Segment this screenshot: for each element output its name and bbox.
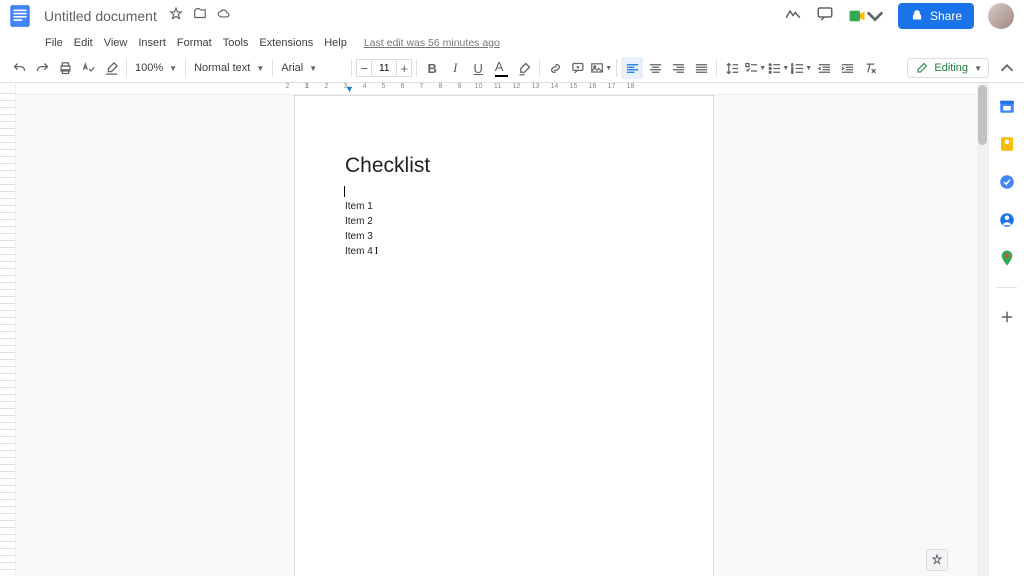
mode-label: Editing xyxy=(934,62,968,74)
font-size-increase[interactable]: + xyxy=(396,59,412,77)
list-item[interactable]: Item 1 xyxy=(345,199,663,214)
contacts-icon[interactable] xyxy=(998,211,1016,229)
text-cursor-line[interactable] xyxy=(345,184,663,199)
line-spacing-button[interactable] xyxy=(721,57,743,79)
docs-app-icon[interactable] xyxy=(6,2,34,30)
toolbar: 100%▼ Normal text▼ Arial▼ − 11 + B I U A… xyxy=(0,54,1024,82)
list-item[interactable]: Item 3 xyxy=(345,229,663,244)
highlight-button[interactable] xyxy=(513,57,535,79)
print-button[interactable] xyxy=(54,57,76,79)
document-page[interactable]: Checklist Item 1 Item 2 Item 3 Item 4I xyxy=(294,95,714,576)
vertical-scrollbar[interactable] xyxy=(977,83,988,576)
share-label: Share xyxy=(930,9,962,23)
account-avatar[interactable] xyxy=(988,3,1014,29)
numbered-list-button[interactable]: 123▼ xyxy=(790,57,812,79)
maps-icon[interactable] xyxy=(998,249,1016,267)
font-size-decrease[interactable]: − xyxy=(356,59,372,77)
italic-button[interactable]: I xyxy=(444,57,466,79)
increase-indent-button[interactable] xyxy=(836,57,858,79)
meet-icon[interactable] xyxy=(848,7,884,25)
explore-button[interactable] xyxy=(926,549,948,571)
clear-formatting-button[interactable] xyxy=(859,57,881,79)
last-edit-link[interactable]: Last edit was 56 minutes ago xyxy=(359,34,505,52)
menu-bar: File Edit View Insert Format Tools Exten… xyxy=(0,32,1024,54)
bulleted-list-button[interactable]: ▼ xyxy=(767,57,789,79)
activity-icon[interactable] xyxy=(784,5,802,28)
comments-icon[interactable] xyxy=(816,5,834,28)
add-addon-icon[interactable] xyxy=(998,308,1016,326)
undo-button[interactable] xyxy=(8,57,30,79)
menu-extensions[interactable]: Extensions xyxy=(254,34,318,52)
svg-text:3: 3 xyxy=(792,70,794,74)
cloud-status-icon[interactable] xyxy=(217,7,231,26)
font-select[interactable]: Arial▼ xyxy=(277,57,347,79)
style-select[interactable]: Normal text▼ xyxy=(190,57,268,79)
menu-view[interactable]: View xyxy=(99,34,133,52)
move-icon[interactable] xyxy=(193,7,207,26)
document-title[interactable]: Untitled document xyxy=(40,6,161,26)
vertical-ruler[interactable] xyxy=(0,83,16,576)
star-icon[interactable] xyxy=(169,7,183,26)
calendar-icon[interactable] xyxy=(998,97,1016,115)
redo-button[interactable] xyxy=(31,57,53,79)
font-size-control[interactable]: − 11 + xyxy=(356,59,412,77)
text-color-button[interactable]: A xyxy=(490,57,512,79)
collapse-toolbar-button[interactable] xyxy=(996,57,1018,79)
spellcheck-button[interactable] xyxy=(77,57,99,79)
mode-select[interactable]: Editing ▼ xyxy=(907,58,989,78)
menu-tools[interactable]: Tools xyxy=(218,34,254,52)
keep-icon[interactable] xyxy=(998,135,1016,153)
insert-link-button[interactable] xyxy=(544,57,566,79)
align-center-button[interactable] xyxy=(644,57,666,79)
document-heading[interactable]: Checklist xyxy=(345,154,663,178)
decrease-indent-button[interactable] xyxy=(813,57,835,79)
document-canvas[interactable]: 21 123456789101112131415161718 ▼ Checkli… xyxy=(16,83,988,576)
tasks-icon[interactable] xyxy=(998,173,1016,191)
menu-insert[interactable]: Insert xyxy=(133,34,171,52)
list-item[interactable]: Item 2 xyxy=(345,214,663,229)
insert-image-button[interactable]: ▼ xyxy=(590,57,612,79)
bold-button[interactable]: B xyxy=(421,57,443,79)
menu-file[interactable]: File xyxy=(40,34,68,52)
align-justify-button[interactable] xyxy=(690,57,712,79)
side-panel xyxy=(988,83,1024,576)
list-item[interactable]: Item 4I xyxy=(345,244,663,259)
align-right-button[interactable] xyxy=(667,57,689,79)
underline-button[interactable]: U xyxy=(467,57,489,79)
paint-format-button[interactable] xyxy=(100,57,122,79)
font-size-value[interactable]: 11 xyxy=(372,59,396,77)
checklist-button[interactable]: ▼ xyxy=(744,57,766,79)
align-left-button[interactable] xyxy=(621,57,643,79)
scrollbar-thumb[interactable] xyxy=(978,85,987,145)
text-caret-icon: I xyxy=(375,244,378,259)
zoom-select[interactable]: 100%▼ xyxy=(131,57,181,79)
horizontal-ruler[interactable]: 21 123456789101112131415161718 ▼ xyxy=(16,83,988,95)
insert-comment-button[interactable] xyxy=(567,57,589,79)
menu-help[interactable]: Help xyxy=(319,34,352,52)
share-button[interactable]: Share xyxy=(898,3,974,29)
menu-edit[interactable]: Edit xyxy=(69,34,98,52)
menu-format[interactable]: Format xyxy=(172,34,217,52)
indent-marker[interactable]: ▼ xyxy=(345,84,354,94)
